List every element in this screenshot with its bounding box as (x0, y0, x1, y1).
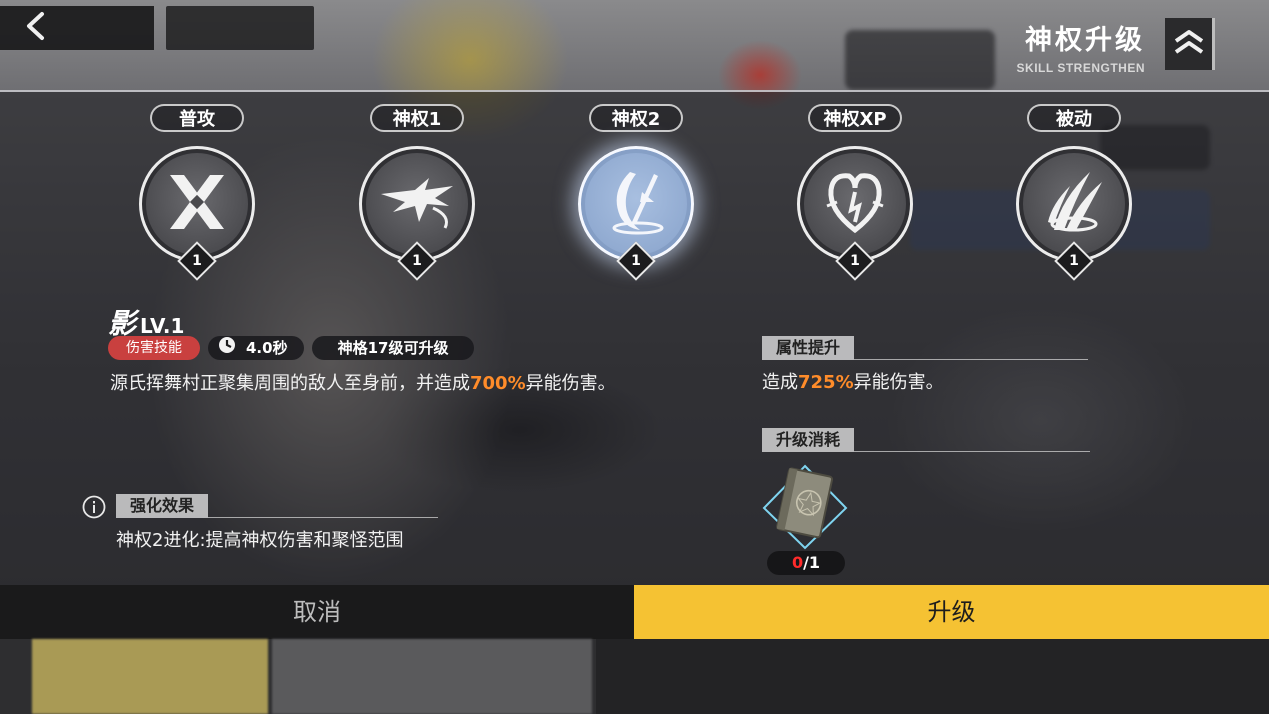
cost-heading: 升级消耗 (762, 428, 1090, 452)
background-decoration (845, 30, 995, 90)
skill-tab-divine-2[interactable]: 神权2 1 (571, 104, 701, 281)
slash-burst-icon (1036, 164, 1112, 244)
clock-icon (218, 336, 236, 361)
skill-tab-divine-xp[interactable]: 神权XP 1 (790, 104, 920, 281)
skill-tab-label: 神权1 (370, 104, 464, 132)
material-count: 0/1 (767, 551, 845, 575)
attribute-heading: 属性提升 (762, 336, 1088, 360)
enhancement-text: 神权2进化:提高神权伤害和聚怪范围 (116, 530, 404, 551)
back-button[interactable] (0, 6, 154, 50)
cancel-button[interactable]: 取消 (0, 585, 634, 639)
skill-description: 源氏挥舞村正聚集周围的敌人至身前，并造成700%异能伤害。 (110, 373, 616, 394)
skill-tab-basic-attack[interactable]: 普攻 1 (132, 104, 262, 281)
background-tab (166, 6, 314, 50)
dragon-strike-icon (375, 172, 459, 236)
page-title: 神权升级 (1025, 25, 1145, 56)
skill-tab-label: 普攻 (150, 104, 244, 132)
cooldown-value: 4.0秒 (246, 339, 288, 357)
material-slot[interactable] (760, 462, 850, 552)
skill-orb: 1 (139, 146, 255, 281)
damage-percent: 700% (470, 373, 526, 394)
chevron-left-icon (24, 11, 46, 45)
attribute-percent: 725% (798, 372, 854, 393)
flame-heart-icon (819, 166, 891, 242)
skill-orb: 1 (359, 146, 475, 281)
cross-swords-icon (162, 167, 232, 241)
blade-swirl-icon (596, 162, 676, 246)
skill-level: LV.1 (140, 314, 185, 338)
page-title-block: 神权升级 SKILL STRENGTHEN (1017, 18, 1145, 75)
enhancement-heading: 强化效果 (116, 494, 438, 518)
skill-tags: 伤害技能 4.0秒 神格17级可升级 (108, 336, 475, 360)
skill-tab-label: 神权XP (808, 104, 902, 132)
skill-tab-divine-1[interactable]: 神权1 1 (352, 104, 482, 281)
background-tab (596, 639, 1269, 714)
skill-orb: 1 (1016, 146, 1132, 281)
upgrade-requirement-tag: 神格17级可升级 (311, 336, 475, 360)
skill-orb: 1 (797, 146, 913, 281)
skill-tab-label: 被动 (1027, 104, 1121, 132)
background-tab (272, 639, 592, 714)
background-tab (32, 639, 268, 714)
info-icon[interactable] (82, 495, 106, 523)
page-subtitle: SKILL STRENGTHEN (1016, 61, 1145, 75)
skill-orb: 1 (578, 146, 694, 281)
cooldown-tag: 4.0秒 (208, 336, 304, 360)
damage-type-tag: 伤害技能 (108, 336, 200, 360)
attribute-text: 造成725%异能伤害。 (762, 372, 944, 393)
double-chevron-up-icon (1172, 27, 1206, 61)
skill-tab-label: 神权2 (589, 104, 683, 132)
skill-tab-passive[interactable]: 被动 1 (1009, 104, 1139, 281)
collapse-button[interactable] (1165, 18, 1215, 70)
upgrade-button[interactable]: 升级 (634, 585, 1269, 639)
